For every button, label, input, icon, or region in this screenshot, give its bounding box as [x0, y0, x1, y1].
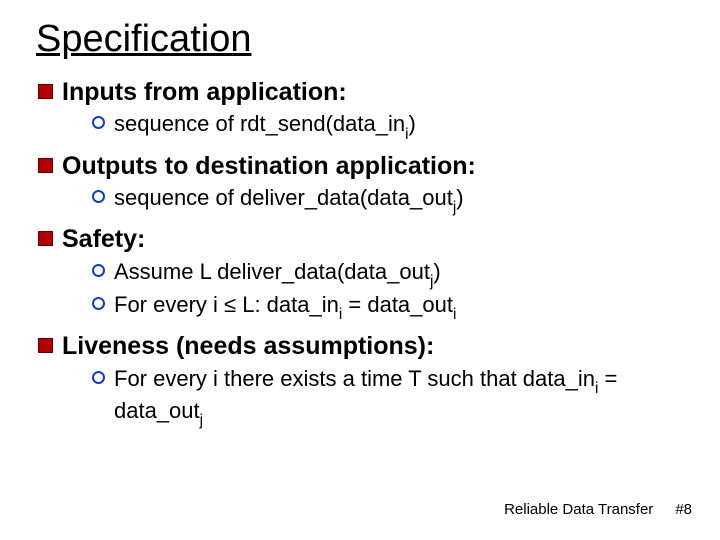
subscript: j [200, 412, 203, 429]
bullet-outputs: Outputs to destination application: sequ… [36, 151, 684, 217]
bullet-safety-label: Safety: [62, 225, 145, 253]
sub-item: sequence of rdt_send(data_ini) [92, 110, 684, 142]
subscript: j [453, 199, 456, 216]
footer: Reliable Data Transfer #8 [504, 501, 692, 518]
footer-topic: Reliable Data Transfer [504, 501, 653, 518]
sub-item: sequence of deliver_data(data_outj) [92, 184, 684, 216]
text: ) [456, 185, 463, 210]
bullet-list: Inputs from application: sequence of rdt… [36, 77, 684, 429]
subscript: j [430, 273, 433, 290]
text: = data_out [342, 292, 453, 317]
sub-item: For every i ≤ L: data_ini = data_outi [92, 291, 684, 323]
text: L: data_in [236, 292, 339, 317]
sub-list: For every i there exists a time T such t… [62, 365, 684, 430]
footer-page: #8 [675, 501, 692, 518]
subscript: i [595, 380, 598, 397]
sub-list: sequence of rdt_send(data_ini) [62, 110, 684, 142]
slide: Specification Inputs from application: s… [0, 0, 720, 540]
subscript: i [405, 126, 408, 143]
sub-list: Assume L deliver_data(data_outj) For eve… [62, 258, 684, 324]
sub-list: sequence of deliver_data(data_outj) [62, 184, 684, 216]
bullet-liveness: Liveness (needs assumptions): For every … [36, 331, 684, 429]
bullet-liveness-label-b: (needs assumptions): [169, 332, 434, 360]
text: ) [433, 259, 440, 284]
text: ) [409, 111, 416, 136]
leq-symbol: ≤ [224, 292, 236, 317]
bullet-outputs-label: Outputs to destination application: [62, 152, 476, 180]
text: sequence of rdt_send(data_in [114, 111, 405, 136]
bullet-safety: Safety: Assume L deliver_data(data_outj)… [36, 224, 684, 323]
slide-title: Specification [36, 18, 684, 61]
bullet-inputs-label: Inputs from application: [62, 78, 347, 106]
sub-item: For every i there exists a time T such t… [92, 365, 684, 430]
text: For every i there exists a time T such t… [114, 366, 595, 391]
subscript: i [453, 306, 456, 323]
subscript: i [339, 306, 342, 323]
text: sequence of deliver_data(data_out [114, 185, 453, 210]
text: Assume L deliver_data(data_out [114, 259, 430, 284]
sub-item: Assume L deliver_data(data_outj) [92, 258, 684, 290]
text: For every i [114, 292, 224, 317]
bullet-inputs: Inputs from application: sequence of rdt… [36, 77, 684, 143]
bullet-liveness-label-a: Liveness [62, 332, 169, 360]
